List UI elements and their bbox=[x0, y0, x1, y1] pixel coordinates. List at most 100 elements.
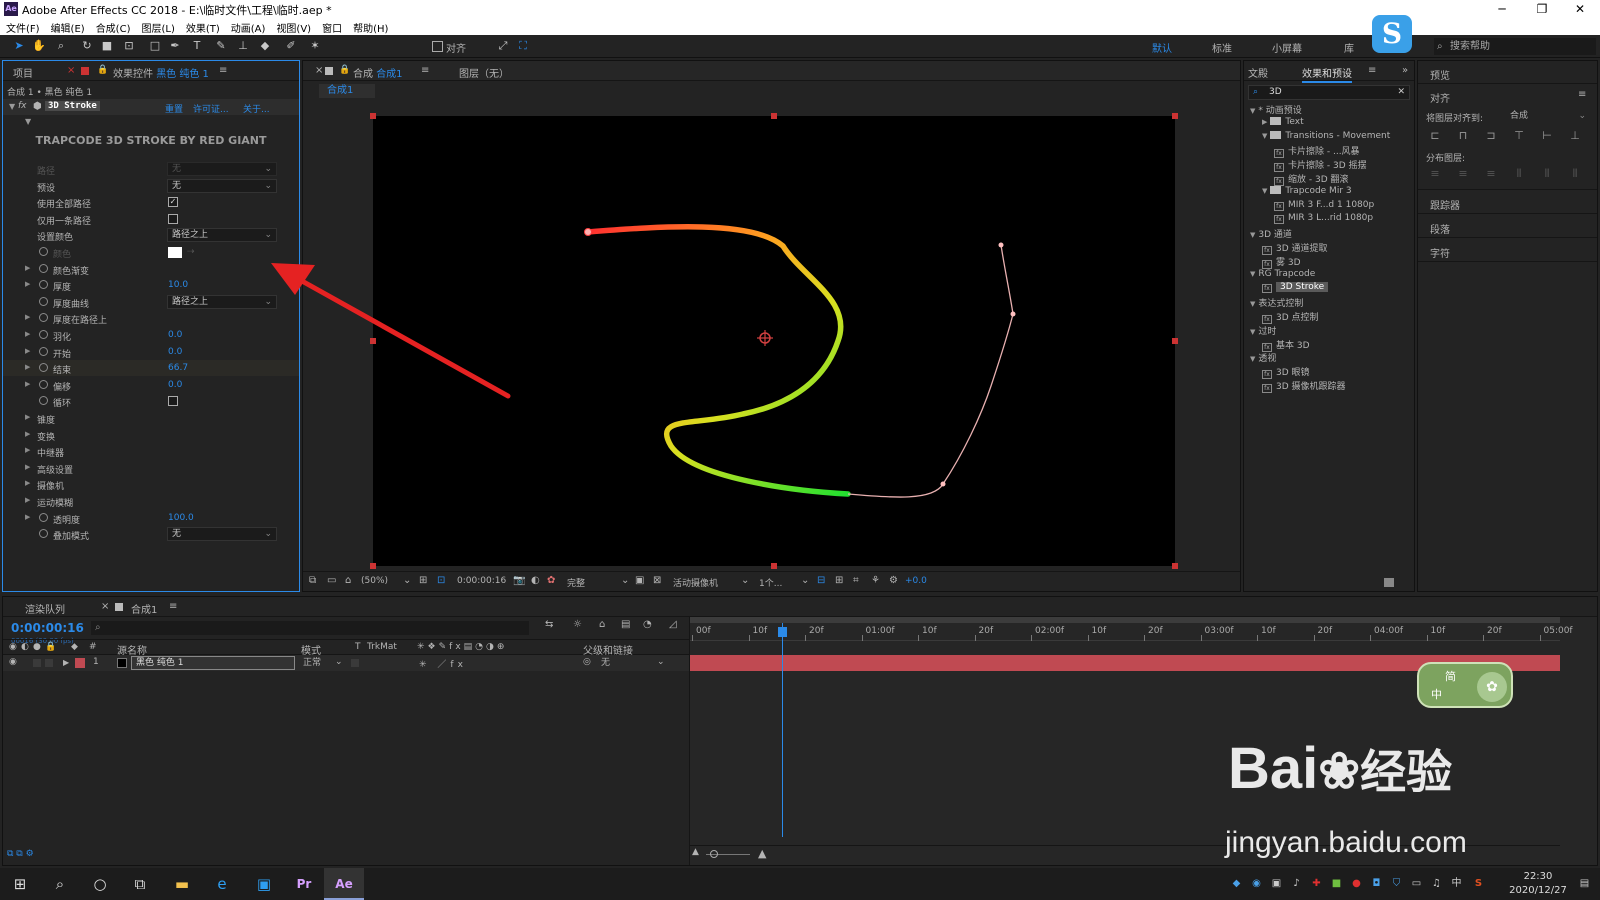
stopwatch-icon[interactable] bbox=[39, 263, 48, 273]
sogou-tray-icon[interactable]: S bbox=[1472, 877, 1485, 890]
eyedropper-icon[interactable]: ⇢ bbox=[187, 247, 195, 257]
expand-triangle-icon[interactable]: ▶ bbox=[25, 413, 30, 421]
stopwatch-icon[interactable] bbox=[39, 330, 48, 339]
camera-tool-icon[interactable]: ■ bbox=[100, 39, 114, 53]
distribute-hcenter-icon[interactable]: ⦀ bbox=[1540, 167, 1554, 181]
premiere-icon[interactable]: Pr bbox=[284, 868, 324, 900]
param-checkbox[interactable] bbox=[168, 213, 178, 224]
comp-mini-flowchart-icon[interactable]: ⇆ bbox=[545, 619, 553, 630]
param-row[interactable]: 颜色 ⇢ bbox=[3, 244, 299, 260]
current-time-indicator[interactable] bbox=[782, 623, 783, 837]
menu-help[interactable]: 帮助(H) bbox=[347, 18, 393, 35]
effects-search-input[interactable]: ⌕ 3D ✕ bbox=[1248, 85, 1410, 100]
expand-panels-icon[interactable]: » bbox=[1402, 65, 1408, 76]
effects-tree-item[interactable]: fx 3D 点控制 bbox=[1262, 310, 1414, 324]
tray-icon[interactable]: ◆ bbox=[1230, 877, 1243, 890]
menu-edit[interactable]: 编辑(E) bbox=[45, 18, 90, 35]
param-value[interactable]: 10.0 bbox=[168, 280, 188, 290]
chevron-down-icon[interactable]: ⌄ bbox=[741, 575, 749, 586]
tray-icon[interactable]: ✚ bbox=[1310, 877, 1323, 890]
motion-blur-icon[interactable]: ◔ bbox=[643, 619, 652, 630]
menu-animation[interactable]: 动画(A) bbox=[225, 18, 271, 35]
clear-search-icon[interactable]: ✕ bbox=[1397, 86, 1405, 99]
safe-margins-icon[interactable]: ⊞ bbox=[419, 575, 427, 586]
ime-toolbar[interactable]: 简 中 ✿ bbox=[1417, 662, 1513, 708]
reset-exposure-icon[interactable]: ⚘ bbox=[871, 575, 880, 586]
param-value[interactable]: 0.0 bbox=[168, 380, 182, 390]
snap-icon[interactable]: ⤢ bbox=[496, 39, 510, 53]
align-panel-title[interactable]: 对齐 bbox=[1430, 90, 1450, 105]
align-to-dropdown[interactable]: 合成 ⌄ bbox=[1506, 109, 1590, 123]
stopwatch-icon[interactable] bbox=[39, 296, 48, 306]
minimize-icon[interactable]: ─ bbox=[1482, 0, 1522, 18]
param-row[interactable]: ▶ 锥度 bbox=[3, 410, 299, 426]
clock-date[interactable]: 2020/12/27 bbox=[1508, 885, 1568, 896]
effects-tree-item[interactable]: fx 卡片擦除 - 3D 摇摆 bbox=[1274, 158, 1414, 173]
effects-tree-item[interactable]: fx 3D 眼镜 bbox=[1262, 365, 1414, 380]
zoom-in-icon[interactable]: ▲ bbox=[758, 847, 766, 860]
param-value[interactable]: 66.7 bbox=[168, 363, 188, 373]
align-checkbox[interactable] bbox=[432, 41, 443, 52]
text-tool-icon[interactable]: T bbox=[190, 39, 204, 53]
puppet-tool-icon[interactable]: ✶ bbox=[308, 39, 322, 53]
views-dropdown[interactable]: 1个... bbox=[759, 576, 782, 589]
effect-name[interactable]: 3D Stroke bbox=[45, 101, 100, 111]
param-row[interactable]: 仅用一条路径 bbox=[3, 211, 299, 227]
menu-layer[interactable]: 图层(L) bbox=[135, 18, 179, 35]
param-row[interactable]: 循环 bbox=[3, 393, 299, 409]
effects-tree-item[interactable]: ▼ Transitions - Movement bbox=[1262, 130, 1414, 145]
menu-composition[interactable]: 合成(C) bbox=[90, 18, 136, 35]
param-value[interactable]: 0.0 bbox=[168, 330, 182, 340]
align-top-icon[interactable]: ⊤ bbox=[1512, 129, 1526, 143]
panel-menu-icon[interactable]: ≡ bbox=[219, 65, 227, 76]
pickwhip-icon[interactable]: ◎ bbox=[583, 657, 591, 667]
param-row[interactable]: 路径 无 ⌄ bbox=[3, 161, 299, 177]
param-checkbox[interactable]: ✓ bbox=[168, 197, 178, 208]
windows-icon[interactable]: ⊞ bbox=[0, 868, 40, 900]
param-row[interactable]: 预设 无 ⌄ bbox=[3, 178, 299, 194]
align-vcenter-icon[interactable]: ⊢ bbox=[1540, 129, 1554, 143]
zoom-out-icon[interactable]: ▲ bbox=[692, 847, 699, 857]
bounds-handle[interactable] bbox=[370, 113, 376, 119]
panel-menu-icon[interactable]: ≡ bbox=[1368, 65, 1376, 76]
exposure-value[interactable]: +0.0 bbox=[905, 576, 927, 586]
param-row[interactable]: ▶ 开始 0.0 bbox=[3, 344, 299, 360]
bounds-handle[interactable] bbox=[1172, 338, 1178, 344]
effects-tree-item[interactable]: ▼ Trapcode Mir 3 bbox=[1262, 185, 1414, 200]
effects-tree-item[interactable]: fx 基本 3D bbox=[1262, 338, 1414, 352]
effects-tree-item[interactable]: ▶ Text bbox=[1262, 116, 1414, 131]
region-of-interest-icon[interactable]: ▣ bbox=[635, 575, 644, 586]
fast-preview-icon[interactable]: ⊟ bbox=[817, 575, 825, 586]
distribute-bottom-icon[interactable]: ≡ bbox=[1484, 167, 1498, 181]
stopwatch-icon[interactable] bbox=[39, 313, 48, 323]
timeline-timecode[interactable]: 0:00:00:16 bbox=[11, 621, 84, 635]
preview-panel-title[interactable]: 预览 bbox=[1430, 67, 1450, 82]
eraser-tool-icon[interactable]: ◆ bbox=[258, 39, 272, 53]
expand-triangle-icon[interactable]: ▶ bbox=[25, 280, 30, 288]
camera-dropdown[interactable]: 活动摄像机 bbox=[673, 576, 718, 589]
timeline-bottom-icons[interactable]: ⧉ ⧉ ⚙ bbox=[7, 849, 34, 859]
param-row[interactable]: ▶ 变换 bbox=[3, 427, 299, 443]
mic-icon[interactable]: ♪ bbox=[1290, 877, 1303, 890]
flowchart-icon[interactable]: ⌗ bbox=[853, 575, 859, 586]
tray-icon[interactable]: ▣ bbox=[1270, 877, 1283, 890]
tab-effect-controls[interactable]: 效果控件 黑色 纯色 1 bbox=[113, 65, 209, 80]
brush-tool-icon[interactable]: ✎ bbox=[214, 39, 228, 53]
expand-triangle-icon[interactable]: ▶ bbox=[25, 463, 30, 471]
task-view-icon[interactable]: ⧉ bbox=[120, 868, 160, 900]
effects-tree-item[interactable]: ▼ RG Trapcode bbox=[1250, 269, 1414, 283]
clone-stamp-tool-icon[interactable]: ⊥ bbox=[236, 39, 250, 53]
resolution-dropdown[interactable]: 完整 bbox=[567, 576, 585, 589]
expand-triangle-icon[interactable]: ▶ bbox=[25, 330, 30, 338]
stopwatch-icon[interactable] bbox=[39, 346, 48, 356]
zoom-slider-thumb[interactable] bbox=[710, 850, 718, 858]
distribute-left-icon[interactable]: ⦀ bbox=[1512, 167, 1526, 181]
solo-switch-icon[interactable]: ● bbox=[33, 642, 41, 652]
lock-toggle[interactable] bbox=[45, 659, 53, 667]
app-icon[interactable]: ▣ bbox=[244, 868, 284, 900]
close-tab-icon[interactable]: × bbox=[315, 65, 323, 76]
edge-icon[interactable]: e bbox=[202, 868, 242, 900]
restore-icon[interactable]: ❐ bbox=[1522, 0, 1562, 18]
effects-tree-item[interactable]: ▼ 透视 bbox=[1250, 351, 1414, 365]
stopwatch-icon[interactable] bbox=[39, 379, 48, 389]
